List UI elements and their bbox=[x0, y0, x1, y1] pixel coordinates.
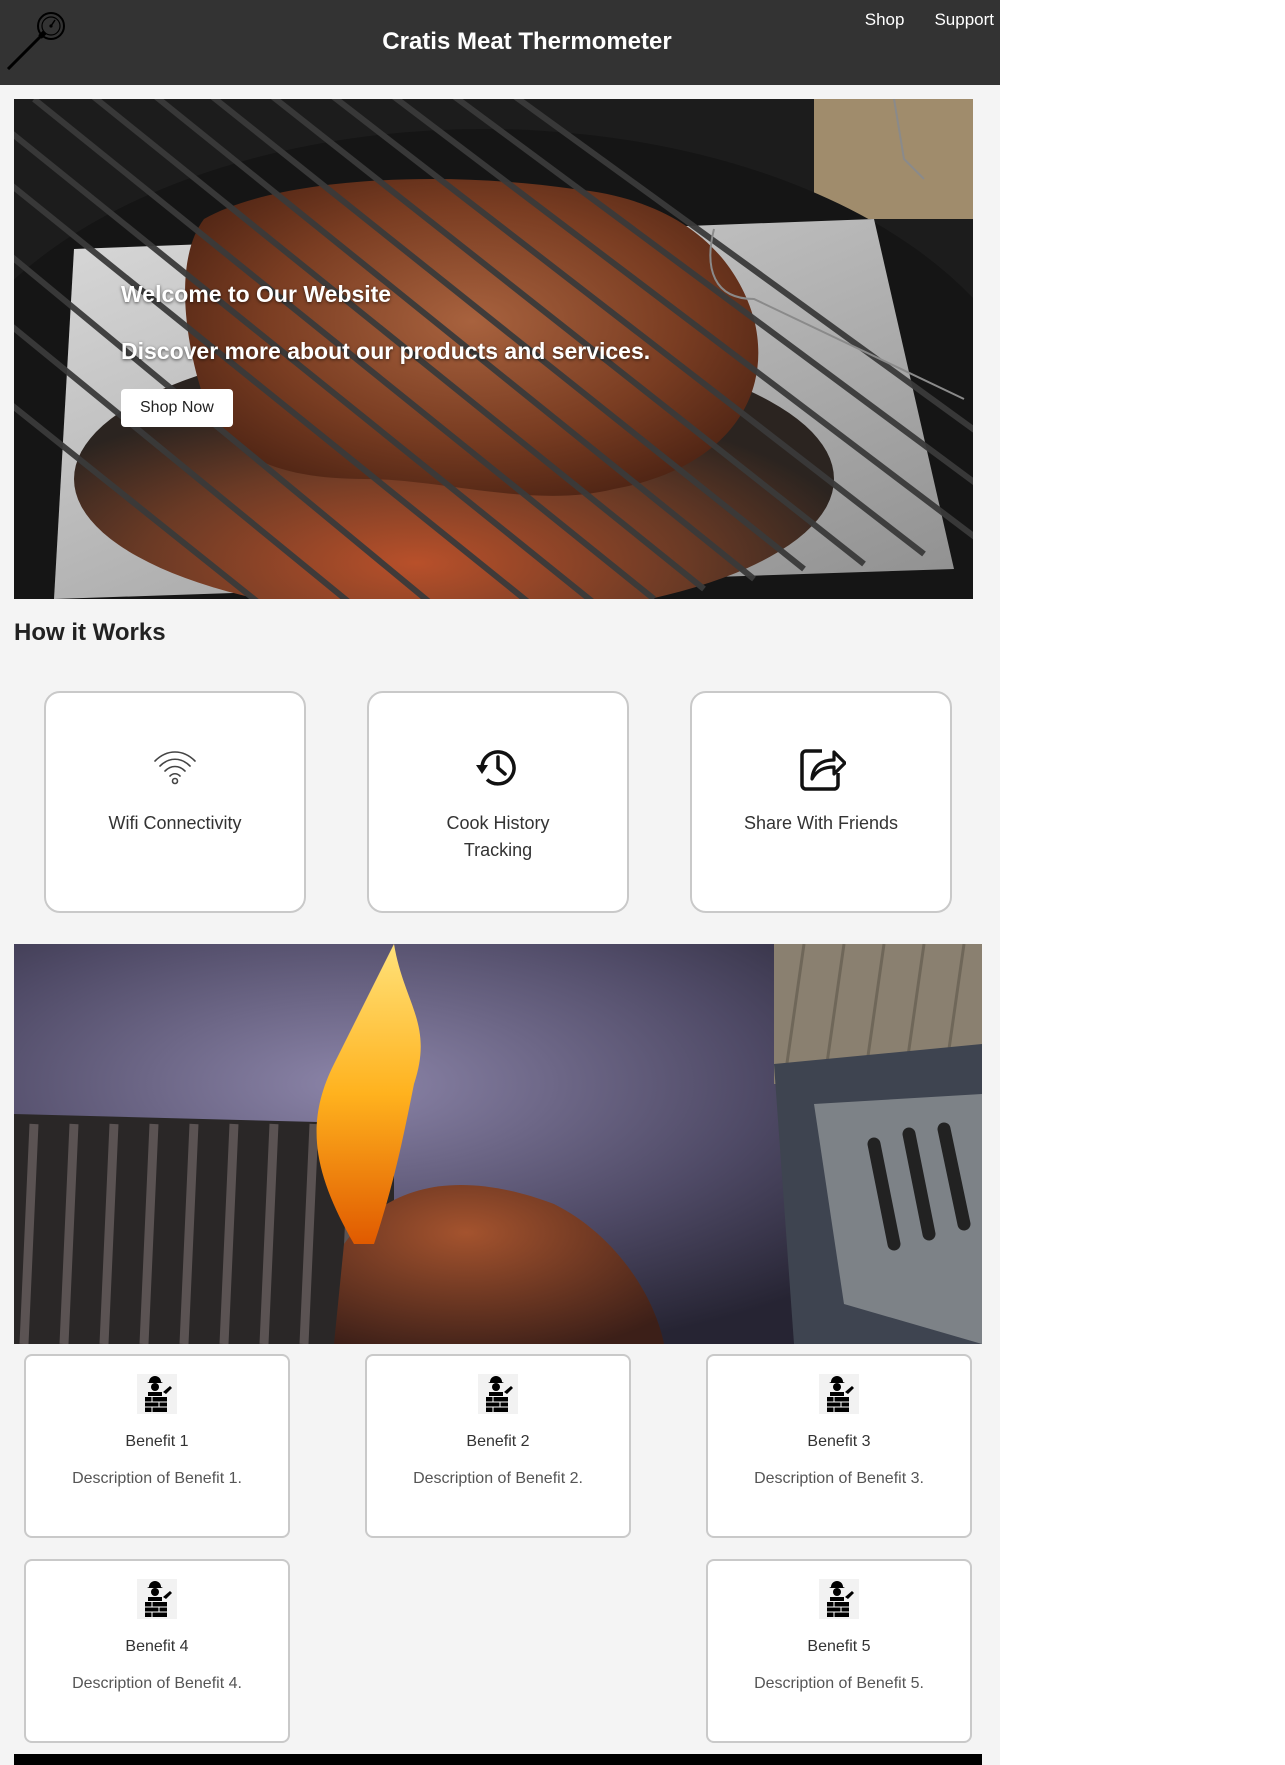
benefit-title: Benefit 4 bbox=[125, 1638, 189, 1655]
feature-card-wifi: Wifi Connectivity bbox=[44, 691, 306, 913]
site-title: Cratis Meat Thermometer bbox=[382, 28, 672, 55]
site-header: Cratis Meat Thermometer Shop Support bbox=[0, 0, 1000, 85]
worker-icon bbox=[819, 1374, 859, 1414]
top-nav: Shop Support bbox=[865, 10, 994, 30]
benefit-title: Benefit 2 bbox=[466, 1433, 530, 1450]
feature-card-history: Cook History Tracking bbox=[367, 691, 629, 913]
wifi-icon bbox=[154, 751, 196, 785]
benefit-card: Benefit 3 Description of Benefit 3. bbox=[706, 1354, 972, 1538]
worker-icon bbox=[819, 1579, 859, 1619]
benefit-card: Benefit 2 Description of Benefit 2. bbox=[365, 1354, 631, 1538]
share-icon bbox=[800, 749, 847, 791]
feature-label: Cook History Tracking bbox=[446, 813, 550, 860]
feature-label: Share With Friends bbox=[743, 813, 899, 833]
benefit-title: Benefit 1 bbox=[125, 1433, 189, 1450]
benefit-card: Benefit 4 Description of Benefit 4. bbox=[24, 1559, 290, 1743]
benefit-description: Description of Benefit 5. bbox=[754, 1675, 924, 1692]
hero-text: Welcome to Our Website Discover more abo… bbox=[121, 281, 650, 427]
how-it-works-heading: How it Works bbox=[14, 619, 166, 646]
benefit-description: Description of Benefit 4. bbox=[72, 1675, 242, 1692]
benefit-description: Description of Benefit 3. bbox=[754, 1470, 924, 1487]
worker-icon bbox=[478, 1374, 518, 1414]
benefit-card: Benefit 5 Description of Benefit 5. bbox=[706, 1559, 972, 1743]
footer-bar bbox=[14, 1754, 982, 1765]
worker-icon bbox=[137, 1374, 177, 1414]
feature-label: Wifi Connectivity bbox=[108, 813, 242, 833]
benefit-title: Benefit 3 bbox=[807, 1433, 871, 1450]
shop-now-button[interactable]: Shop Now bbox=[121, 389, 233, 427]
hero-title: Welcome to Our Website bbox=[121, 281, 392, 307]
nav-support-link[interactable]: Support bbox=[934, 10, 994, 30]
worker-icon bbox=[137, 1579, 177, 1619]
history-icon bbox=[476, 750, 516, 786]
feature-card-share: Share With Friends bbox=[690, 691, 952, 913]
nav-shop-link[interactable]: Shop bbox=[865, 10, 905, 30]
grill-image bbox=[14, 944, 982, 1344]
benefit-description: Description of Benefit 1. bbox=[72, 1470, 242, 1487]
grill-flame-image bbox=[14, 944, 982, 1344]
benefit-title: Benefit 5 bbox=[807, 1638, 871, 1655]
hero-banner: Welcome to Our Website Discover more abo… bbox=[14, 99, 973, 599]
hero-subtitle: Discover more about our products and ser… bbox=[121, 338, 651, 364]
benefit-description: Description of Benefit 2. bbox=[413, 1470, 583, 1487]
benefit-card: Benefit 1 Description of Benefit 1. bbox=[24, 1354, 290, 1538]
page: Cratis Meat Thermometer Shop Support Wel… bbox=[0, 0, 1000, 1765]
